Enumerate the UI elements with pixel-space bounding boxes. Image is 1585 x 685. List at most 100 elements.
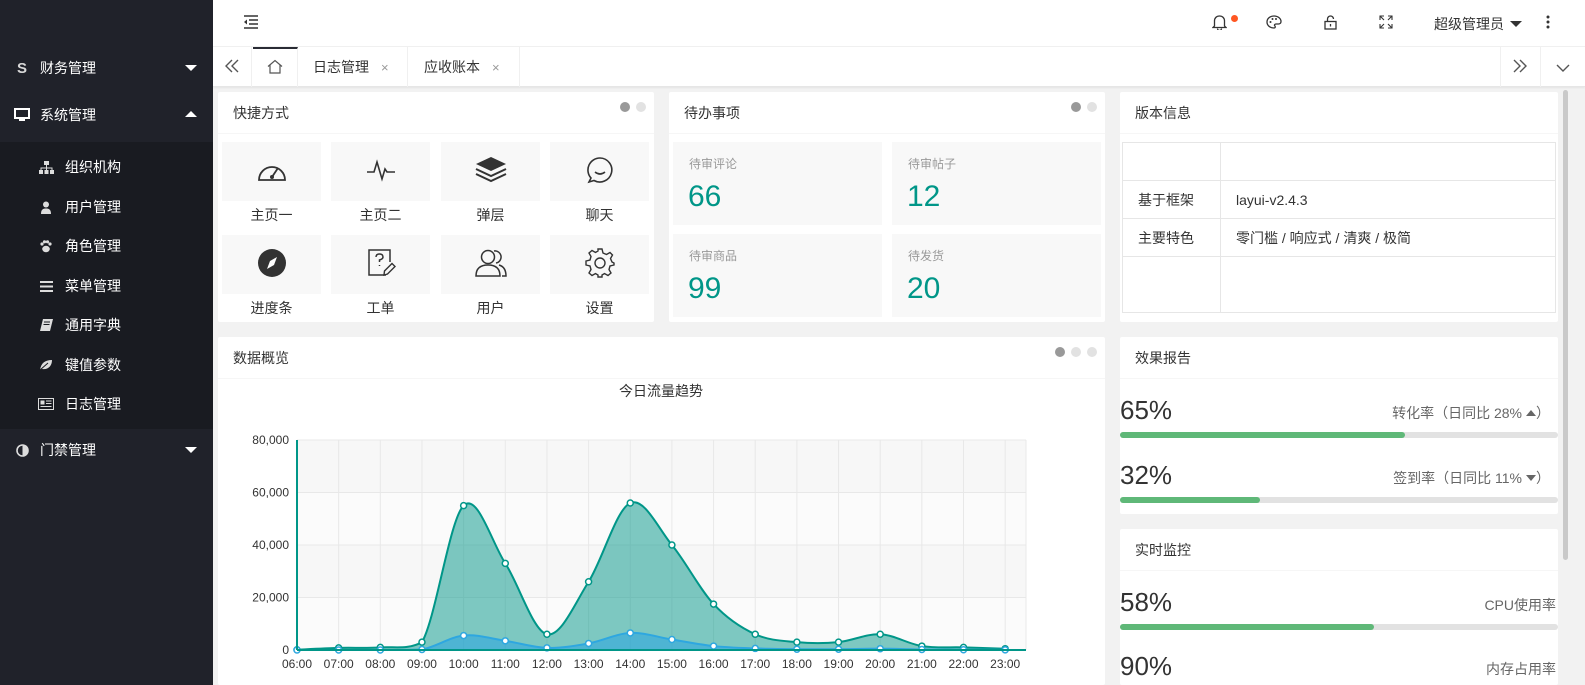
ticket-edit-icon — [366, 248, 396, 281]
book-icon — [38, 319, 54, 331]
tab-label: 应收账本 — [424, 59, 480, 75]
card-title: 快捷方式 — [218, 92, 654, 134]
chevron-down-icon — [185, 65, 197, 71]
shortcut-chat[interactable]: 聊天 — [550, 142, 649, 226]
shortcut-progress[interactable]: 进度条 — [222, 235, 321, 319]
data-point — [668, 635, 676, 644]
pulse-icon — [366, 157, 396, 186]
data-point — [626, 499, 635, 507]
x-tick-label: 22:00 — [948, 657, 978, 671]
card-title: 实时监控 — [1120, 529, 1558, 571]
shortcut-settings[interactable]: 设置 — [550, 235, 649, 319]
palette-icon — [1266, 15, 1282, 32]
sidebar-item-label: 角色管理 — [65, 238, 121, 254]
todo-item[interactable]: 待审帖子 12 — [892, 142, 1101, 225]
shortcut-home1[interactable]: 主页一 — [222, 142, 321, 226]
more-vertical-icon — [1546, 15, 1550, 32]
traffic-chart: 今日流量趋势 0 20,000 40,000 60,000 80,000 06:00 07:… — [252, 383, 1027, 671]
sidebar-item-dict[interactable]: 通用字典 — [0, 305, 213, 345]
shortcut-ticket[interactable]: 工单 — [331, 235, 430, 319]
user-menu[interactable]: 超级管理员 — [1428, 0, 1528, 47]
sitemap-icon — [38, 160, 54, 174]
sidebar-item-roles[interactable]: 角色管理 — [0, 226, 213, 266]
shortcut-home2[interactable]: 主页二 — [331, 142, 430, 226]
shortcuts-card: 快捷方式 主页一 主页二 弹层 聊天 进度条 工单 用户 设置 — [218, 92, 654, 322]
fullscreen-icon — [1379, 15, 1393, 32]
list-icon — [38, 280, 54, 292]
y-tick-label: 0 — [282, 643, 289, 657]
tab-home[interactable] — [253, 47, 298, 87]
lock-icon — [1323, 14, 1337, 33]
sidebar-item-access[interactable]: 门禁管理 — [0, 427, 213, 473]
shortcut-label: 弹层 — [476, 207, 505, 223]
todo-item[interactable]: 待审商品 99 — [673, 234, 882, 317]
tab-logs[interactable]: 日志管理 × — [298, 47, 408, 87]
sidebar-item-menus[interactable]: 菜单管理 — [0, 266, 213, 306]
sidebar-item-params[interactable]: 键值参数 — [0, 345, 213, 385]
card-title: 版本信息 — [1120, 92, 1558, 134]
tab-menu-button[interactable] — [1540, 47, 1585, 87]
notification-button[interactable] — [1201, 0, 1238, 47]
tab-scroll-right-button[interactable] — [1500, 47, 1539, 87]
carousel-dot[interactable] — [1071, 102, 1081, 112]
carousel-dot[interactable] — [620, 102, 630, 112]
theme-button[interactable] — [1256, 0, 1292, 47]
report-conversion: 65% 转化率（日同比 28%） — [1120, 395, 1558, 455]
report-desc: 签到率（日同比 11%） — [1393, 470, 1550, 486]
data-point — [709, 600, 718, 608]
overview-card: 数据概览 今日流量趋势 0 20,000 40,000 60,000 80,000 06:… — [218, 337, 1105, 685]
more-button[interactable] — [1538, 0, 1558, 47]
chat-smile-icon — [586, 156, 614, 187]
table-row — [1122, 142, 1556, 181]
users-icon — [474, 248, 507, 281]
sidebar-item-finance[interactable]: S 财务管理 — [0, 45, 213, 91]
sidebar-item-label: 组织机构 — [65, 159, 121, 175]
tab-bar: 日志管理 × 应收账本 × — [213, 47, 1585, 87]
x-tick-label: 17:00 — [740, 657, 770, 671]
fullscreen-button[interactable] — [1368, 0, 1404, 47]
shortcut-layer[interactable]: 弹层 — [441, 142, 540, 226]
progress-fill — [1120, 497, 1261, 503]
table-row: 主要特色 零门槛 / 响应式 / 清爽 / 极简 — [1122, 218, 1556, 257]
sidebar-item-users[interactable]: 用户管理 — [0, 187, 213, 227]
shortcut-label: 进度条 — [250, 300, 293, 316]
version-card: 版本信息 基于框架 layui-v2.4.3 主要特色 零门槛 / 响应式 / … — [1120, 92, 1558, 322]
carousel-dot[interactable] — [636, 102, 646, 112]
tab-scroll-left-button[interactable] — [213, 47, 252, 87]
sidebar-item-org[interactable]: 组织机构 — [0, 147, 213, 187]
x-tick-label: 23:00 — [990, 657, 1020, 671]
todo-count: 12 — [907, 180, 941, 213]
sidebar-item-label: 系统管理 — [40, 107, 96, 123]
carousel-dot[interactable] — [1087, 102, 1097, 112]
todo-item[interactable]: 待审评论 66 — [673, 142, 882, 225]
double-chevron-left-icon — [225, 59, 239, 76]
monitor-cpu: 58% CPU使用率 — [1120, 587, 1558, 647]
close-icon[interactable]: × — [381, 60, 389, 75]
layers-icon — [475, 156, 507, 187]
carousel-dot[interactable] — [1055, 347, 1065, 357]
card-title: 数据概览 — [218, 337, 1105, 379]
tab-receivables[interactable]: 应收账本 × — [408, 47, 520, 87]
todo-item[interactable]: 待发货 20 — [892, 234, 1101, 317]
carousel-indicator — [1071, 102, 1097, 112]
page-scrollbar[interactable] — [1563, 90, 1568, 560]
sidebar-item-label: 键值参数 — [65, 357, 121, 373]
monitor-desc: 内存占用率 — [1486, 661, 1556, 677]
data-point — [626, 629, 635, 637]
menu-toggle-button[interactable] — [233, 0, 269, 47]
y-tick-label: 60,000 — [252, 486, 289, 500]
version-value: layui-v2.4.3 — [1220, 180, 1556, 219]
data-point — [418, 638, 426, 646]
trend-down-icon — [1526, 475, 1536, 481]
card-title: 效果报告 — [1120, 337, 1558, 379]
sidebar-item-logs[interactable]: 日志管理 — [0, 384, 213, 424]
close-icon[interactable]: × — [492, 60, 500, 75]
sidebar-item-label: 菜单管理 — [65, 278, 121, 294]
progress-fill — [1120, 624, 1375, 630]
sidebar-item-system[interactable]: 系统管理 — [0, 92, 213, 138]
shortcut-users[interactable]: 用户 — [441, 235, 540, 319]
x-tick-label: 11:00 — [491, 657, 520, 671]
lock-button[interactable] — [1312, 0, 1348, 47]
carousel-dot[interactable] — [1087, 347, 1097, 357]
carousel-dot[interactable] — [1071, 347, 1081, 357]
